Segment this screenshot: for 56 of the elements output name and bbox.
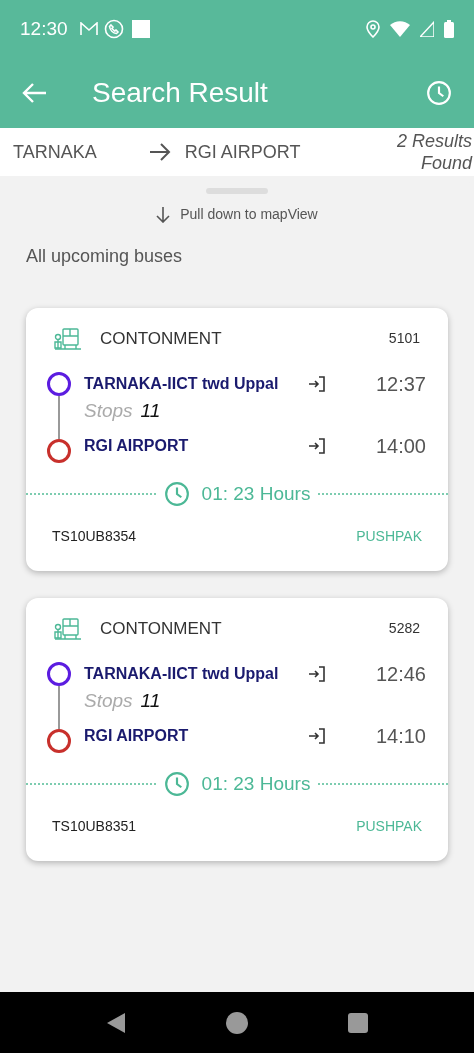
arrival-time: 14:10 <box>375 723 426 749</box>
bus-stop-icon <box>54 616 82 641</box>
notification-icon <box>131 20 150 38</box>
end-stop-name: RGI AIRPORT <box>84 725 189 746</box>
depot-name: CONTONMENT <box>100 618 222 640</box>
back-nav-button[interactable] <box>106 1011 126 1034</box>
end-stop-name: RGI AIRPORT <box>84 435 189 456</box>
arrow-down-icon <box>156 206 171 223</box>
clock-icon <box>163 480 190 507</box>
route-number: 5101 <box>388 329 420 349</box>
bus-stop-icon <box>54 326 82 351</box>
pull-hint: Pull down to mapView <box>180 205 318 224</box>
service-type: PUSHPAK <box>356 817 422 836</box>
signal-icon <box>420 21 434 37</box>
depot-name: CONTONMENT <box>100 328 222 350</box>
stops-count: 11 <box>140 399 161 424</box>
clock-icon <box>163 770 190 797</box>
results-count: 2 Results Found <box>395 130 474 174</box>
start-stop-name: TARNAKA-IICT twd Uppal <box>84 663 279 684</box>
arrow-right-icon <box>148 143 171 161</box>
vehicle-number: TS10UB8351 <box>52 817 137 836</box>
enter-icon <box>307 437 326 454</box>
recents-nav-button[interactable] <box>348 1012 368 1033</box>
stops-count: 11 <box>140 689 161 714</box>
destination-label: RGI AIRPORT <box>184 140 301 164</box>
departure-time: 12:46 <box>375 661 426 687</box>
mail-icon <box>79 22 98 36</box>
enter-icon <box>307 665 326 682</box>
route-number: 5282 <box>388 619 420 639</box>
trip-duration: 01: 23 Hours <box>201 481 311 506</box>
arrival-time: 14:00 <box>375 433 426 459</box>
end-marker-icon <box>47 728 71 753</box>
page-title: Search Result <box>92 76 268 110</box>
section-heading: All upcoming buses <box>26 245 184 268</box>
origin-label: TARNAKA <box>13 140 97 164</box>
battery-icon <box>444 20 454 38</box>
phone-icon <box>103 19 124 39</box>
stops-label: Stops <box>84 399 133 424</box>
end-marker-icon <box>47 438 71 463</box>
status-time: 12:30 <box>20 16 68 41</box>
start-marker-icon <box>47 661 71 686</box>
start-stop-name: TARNAKA-IICT twd Uppal <box>84 373 279 394</box>
location-icon <box>366 20 380 38</box>
departure-time: 12:37 <box>375 371 426 397</box>
clock-icon <box>426 80 452 106</box>
bus-card[interactable]: CONTONMENT 5101 TARNAKA-IICT twd Uppal 12:37 Stops 11 RGI AIRPORT 14:00 01: 23 Hours TS10UB8354 PUSHPAK <box>26 308 448 571</box>
enter-icon <box>307 727 326 744</box>
wifi-icon <box>390 21 410 37</box>
enter-icon <box>307 375 326 392</box>
home-nav-button[interactable] <box>226 1011 248 1034</box>
bus-card[interactable]: CONTONMENT 5282 TARNAKA-IICT twd Uppal 12:46 Stops 11 RGI AIRPORT 14:10 01: 23 Hours TS10UB8351 PUSHPAK <box>26 598 448 861</box>
vehicle-number: TS10UB8354 <box>52 527 137 546</box>
start-marker-icon <box>47 371 71 396</box>
service-type: PUSHPAK <box>356 527 422 546</box>
stops-label: Stops <box>84 689 133 714</box>
trip-duration: 01: 23 Hours <box>201 771 311 796</box>
